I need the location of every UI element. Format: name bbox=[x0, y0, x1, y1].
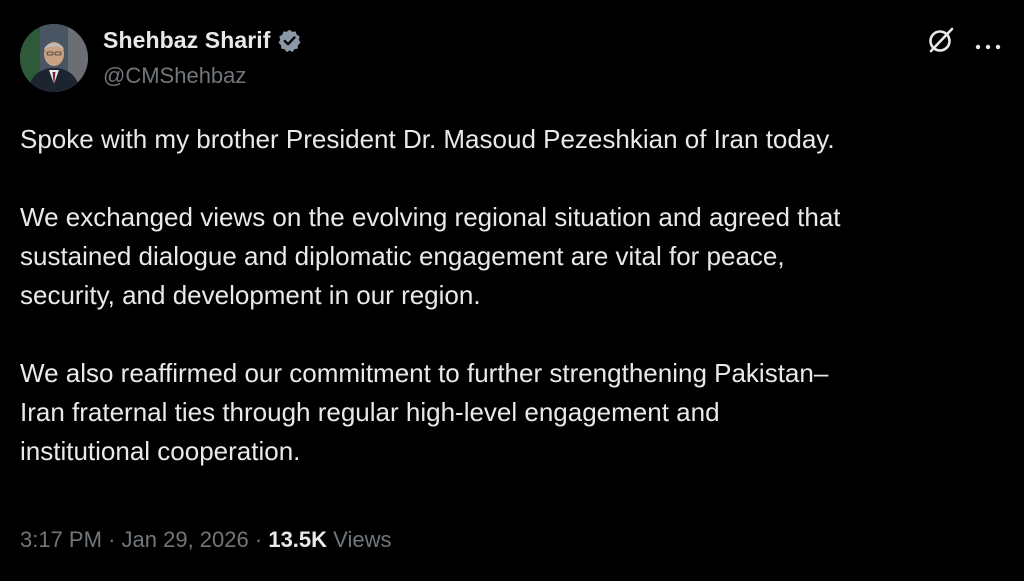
author-handle[interactable]: @CMShehbaz bbox=[103, 63, 246, 89]
grok-slash-circle-icon[interactable] bbox=[926, 25, 956, 55]
tweet-line: security, and development in our region. bbox=[20, 280, 481, 310]
tweet-time[interactable]: 3:17 PM bbox=[20, 527, 102, 552]
avatar[interactable] bbox=[20, 24, 88, 92]
author-display-name[interactable]: Shehbaz Sharif bbox=[103, 27, 271, 54]
meta-separator: · bbox=[108, 527, 116, 552]
tweet-card: Shehbaz Sharif @CMShehbaz Spoke with my … bbox=[0, 0, 1024, 581]
tweet-line: Iran fraternal ties through regular high… bbox=[20, 397, 720, 427]
tweet-line: institutional cooperation. bbox=[20, 436, 301, 466]
tweet-meta: 3:17 PM · Jan 29, 2026 · 13.5K Views bbox=[20, 527, 391, 553]
tweet-paragraph: Spoke with my brother President Dr. Maso… bbox=[20, 120, 1010, 159]
views-label: Views bbox=[333, 527, 392, 552]
tweet-paragraph: We exchanged views on the evolving regio… bbox=[20, 198, 1010, 315]
profile-photo bbox=[20, 24, 88, 92]
meta-separator: · bbox=[254, 527, 263, 552]
author-name-row: Shehbaz Sharif bbox=[103, 27, 302, 54]
tweet-paragraph: We also reaffirmed our commitment to fur… bbox=[20, 354, 1010, 471]
verified-badge-icon[interactable] bbox=[277, 28, 302, 53]
more-dots-icon[interactable] bbox=[973, 38, 1003, 50]
tweet-line: We also reaffirmed our commitment to fur… bbox=[20, 358, 829, 388]
tweet-date[interactable]: Jan 29, 2026 bbox=[122, 527, 249, 552]
views-count: 13.5K bbox=[268, 527, 328, 552]
tweet-line: Spoke with my brother President Dr. Maso… bbox=[20, 124, 835, 154]
tweet-line: We exchanged views on the evolving regio… bbox=[20, 202, 841, 232]
tweet-line: sustained dialogue and diplomatic engage… bbox=[20, 241, 785, 271]
tweet-text: Spoke with my brother President Dr. Maso… bbox=[20, 120, 1010, 471]
